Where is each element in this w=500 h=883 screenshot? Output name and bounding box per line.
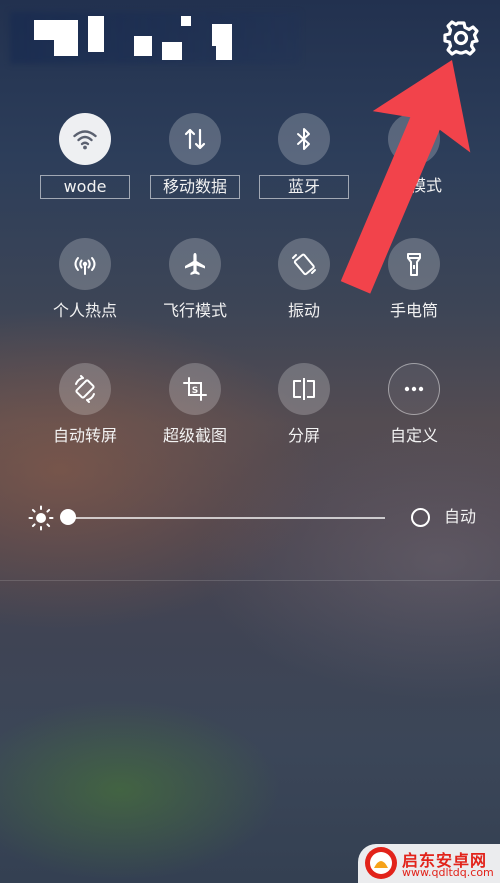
redaction-block [212, 24, 232, 46]
tile-bluetooth-label: 蓝牙 [259, 175, 349, 199]
tile-mode-label: 模式 [409, 176, 442, 195]
tile-split-screen[interactable]: 分屏 [252, 363, 356, 473]
auto-brightness-label: 自动 [444, 507, 477, 526]
airplane-icon [185, 253, 205, 275]
tile-split-screen-label: 分屏 [287, 426, 320, 445]
wifi-icon [73, 130, 97, 150]
tile-mobile-data-button[interactable] [169, 113, 221, 165]
redaction-block [54, 20, 78, 56]
tile-airplane-label: 飞行模式 [162, 301, 227, 320]
brightness-row: 自动 [0, 498, 500, 538]
brightness-slider-track[interactable] [68, 517, 385, 519]
tile-customize-label: 自定义 [389, 426, 438, 445]
bluetooth-icon [297, 128, 310, 150]
tile-auto-rotate-button[interactable] [59, 363, 111, 415]
tile-mobile-data[interactable]: 移动数据 [143, 113, 247, 223]
watermark-logo [365, 847, 397, 879]
tile-screenshot-button[interactable]: S [169, 363, 221, 415]
tile-hotspot[interactable]: 个人热点 [33, 238, 137, 348]
tile-vibrate-button[interactable] [278, 238, 330, 290]
gear-icon [443, 20, 479, 56]
status-bar [0, 0, 500, 80]
redaction-block [134, 36, 152, 56]
tile-customize[interactable]: 自定义 [362, 363, 466, 473]
settings-button[interactable] [441, 18, 481, 58]
tile-wifi[interactable]: wode [33, 113, 137, 223]
panel-divider [0, 580, 500, 581]
tile-airplane-button[interactable] [169, 238, 221, 290]
data-arrows-icon [184, 128, 206, 150]
tile-split-screen-button[interactable] [278, 363, 330, 415]
sun-icon [28, 505, 54, 531]
tile-mode[interactable]: 模式 [362, 113, 466, 223]
flashlight-icon [407, 253, 421, 276]
tile-screenshot-label: 超级截图 [162, 426, 227, 445]
split-screen-icon [293, 378, 315, 400]
tile-hotspot-button[interactable] [59, 238, 111, 290]
tile-bluetooth[interactable]: 蓝牙 [252, 113, 356, 223]
tile-vibrate-label: 振动 [287, 301, 320, 320]
vibrate-icon [292, 253, 316, 276]
tile-mode-button[interactable] [388, 113, 440, 165]
screenshot-icon: S [183, 377, 207, 401]
site-watermark: 启东安卓网 www.qdltdq.com [358, 844, 500, 883]
tile-wifi-button[interactable] [59, 113, 111, 165]
tile-hotspot-label: 个人热点 [52, 301, 117, 320]
more-dots-icon [404, 386, 424, 392]
watermark-url: www.qdltdq.com [402, 866, 494, 879]
auto-brightness-radio[interactable] [411, 508, 430, 527]
tile-auto-rotate[interactable]: 自动转屏 [33, 363, 137, 473]
tile-bluetooth-button[interactable] [278, 113, 330, 165]
mode-icon [406, 131, 422, 147]
rotate-icon [75, 375, 95, 403]
tile-flashlight[interactable]: 手电筒 [362, 238, 466, 348]
svg-text:S: S [192, 386, 198, 396]
tile-airplane[interactable]: 飞行模式 [143, 238, 247, 348]
tile-flashlight-button[interactable] [388, 238, 440, 290]
redaction-block [162, 42, 182, 60]
tile-flashlight-label: 手电筒 [389, 301, 438, 320]
redaction-block [88, 16, 104, 52]
tile-auto-rotate-label: 自动转屏 [52, 426, 117, 445]
brightness-slider-handle[interactable] [60, 509, 76, 525]
tile-screenshot[interactable]: S 超级截图 [143, 363, 247, 473]
hotspot-icon [74, 257, 96, 275]
tile-vibrate[interactable]: 振动 [252, 238, 356, 348]
tile-mobile-data-label: 移动数据 [150, 175, 240, 199]
redaction-block [181, 16, 191, 26]
tile-customize-button[interactable] [388, 363, 440, 415]
redaction-block [216, 44, 232, 60]
tile-wifi-label: wode [40, 175, 130, 199]
